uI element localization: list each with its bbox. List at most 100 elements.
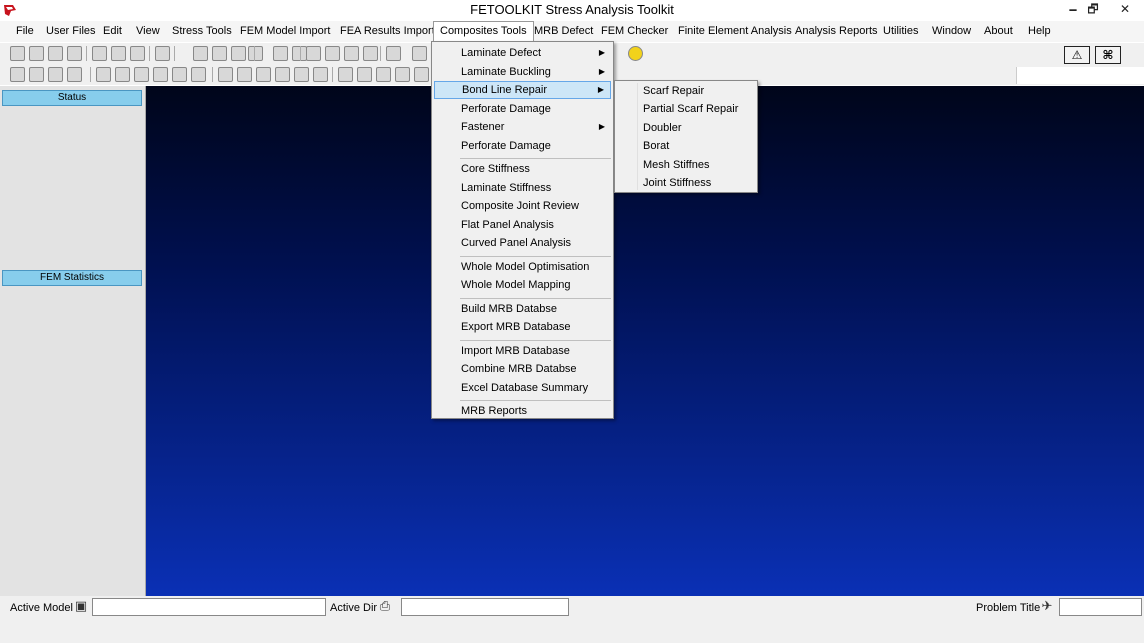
menu-item-label: Whole Model Mapping bbox=[461, 279, 571, 291]
problem-title-field[interactable] bbox=[1059, 598, 1142, 616]
menu-utilities[interactable]: Utilities bbox=[877, 21, 924, 42]
mesh-icon[interactable] bbox=[48, 67, 63, 82]
menu-item-curved-panel-analysis[interactable]: Curved Panel Analysis bbox=[434, 234, 611, 252]
disk-icon[interactable] bbox=[414, 67, 429, 82]
menu-item-label: Whole Model Optimisation bbox=[461, 260, 590, 273]
paste-icon[interactable] bbox=[130, 46, 145, 61]
menu-item-excel-database-summary[interactable]: Excel Database Summary bbox=[434, 379, 611, 397]
menu-item-core-stiffness[interactable]: Core Stiffness bbox=[434, 160, 611, 178]
sun-gear-icon[interactable] bbox=[256, 67, 271, 82]
binoculars-button[interactable]: ⌘ bbox=[1095, 46, 1121, 64]
book-icon[interactable] bbox=[412, 46, 427, 61]
coin-icon[interactable] bbox=[134, 67, 149, 82]
restore-icon[interactable]: 🗗 bbox=[1080, 0, 1106, 20]
menu-edit[interactable]: Edit bbox=[97, 21, 128, 42]
green-square-icon[interactable] bbox=[10, 67, 25, 82]
menu-item-fastener[interactable]: Fastener ▶ bbox=[434, 118, 611, 136]
menu-fem-model-import[interactable]: FEM Model Import bbox=[234, 21, 336, 42]
image-icon[interactable] bbox=[193, 46, 208, 61]
submenu-item-borat[interactable]: Borat bbox=[617, 137, 755, 155]
menu-item-export-mrb-database[interactable]: Export MRB Database bbox=[434, 318, 611, 336]
menu-user-files[interactable]: User Files bbox=[40, 21, 102, 42]
submenu-item-mesh-stiffnes[interactable]: Mesh Stiffnes bbox=[617, 156, 755, 174]
printer-tool-icon[interactable] bbox=[294, 67, 309, 82]
open-folder-icon[interactable] bbox=[29, 46, 44, 61]
copy-icon[interactable] bbox=[111, 46, 126, 61]
floppy-disk-icon[interactable]: ▣ bbox=[74, 599, 88, 613]
save-icon[interactable] bbox=[48, 46, 63, 61]
menu-file[interactable]: File bbox=[10, 21, 40, 42]
menu-item-perforate-damage[interactable]: Perforate Damage bbox=[434, 100, 611, 118]
fem-statistics-panel-header[interactable]: FEM Statistics bbox=[2, 270, 142, 286]
toolbar-combo-field[interactable] bbox=[1016, 67, 1144, 84]
arrow-down-icon[interactable] bbox=[363, 46, 378, 61]
cluster-icon[interactable] bbox=[191, 67, 206, 82]
sheet-icon[interactable] bbox=[338, 67, 353, 82]
menu-window[interactable]: Window bbox=[926, 21, 977, 42]
submenu-arrow-icon: ▶ bbox=[598, 122, 605, 131]
toolbar-separator bbox=[380, 46, 381, 61]
menu-item-flat-panel-analysis[interactable]: Flat Panel Analysis bbox=[434, 216, 611, 234]
close-icon[interactable]: ✕ bbox=[1106, 0, 1144, 20]
menu-item-combine-mrb-databse[interactable]: Combine MRB Databse bbox=[434, 360, 611, 378]
menu-fem-checker[interactable]: FEM Checker bbox=[595, 21, 674, 42]
submenu-item-partial-scarf-repair[interactable]: Partial Scarf Repair bbox=[617, 100, 755, 118]
db-icon[interactable] bbox=[357, 67, 372, 82]
menu-finite-element-analysis[interactable]: Finite Element Analysis bbox=[672, 21, 798, 42]
menu-fea-results-import[interactable]: FEA Results Import bbox=[334, 21, 441, 42]
submenu-item-doubler[interactable]: Doubler bbox=[617, 119, 755, 137]
node-icon[interactable] bbox=[218, 67, 233, 82]
arrow-right-icon[interactable] bbox=[325, 46, 340, 61]
printer-icon[interactable]: ⎙ bbox=[378, 599, 392, 613]
link-icon[interactable] bbox=[231, 46, 246, 61]
cut-icon[interactable] bbox=[92, 46, 107, 61]
ring-icon[interactable] bbox=[172, 67, 187, 82]
arrow-left-icon[interactable] bbox=[306, 46, 321, 61]
menu-item-perforate-damage[interactable]: Perforate Damage bbox=[434, 137, 611, 155]
menu-item-whole-model-optimisation[interactable]: Whole Model Optimisation bbox=[434, 258, 611, 276]
arrow-up-icon[interactable] bbox=[344, 46, 359, 61]
gear-node-icon[interactable] bbox=[248, 46, 263, 61]
menu-analysis-reports[interactable]: Analysis Reports bbox=[789, 21, 884, 42]
menu-help[interactable]: Help bbox=[1022, 21, 1057, 42]
cube-icon[interactable] bbox=[313, 67, 328, 82]
lock-icon[interactable] bbox=[275, 67, 290, 82]
menu-item-bond-line-repair[interactable]: Bond Line Repair ▶ bbox=[434, 81, 611, 99]
menu-item-composite-joint-review[interactable]: Composite Joint Review bbox=[434, 197, 611, 215]
menu-item-laminate-buckling[interactable]: Laminate Buckling ▶ bbox=[434, 63, 611, 81]
tools-icon[interactable] bbox=[386, 46, 401, 61]
menu-item-whole-model-mapping[interactable]: Whole Model Mapping bbox=[434, 276, 611, 294]
active-model-field[interactable] bbox=[92, 598, 326, 616]
bars-icon[interactable] bbox=[67, 67, 82, 82]
submenu-item-scarf-repair[interactable]: Scarf Repair bbox=[617, 82, 755, 100]
menu-item-laminate-stiffness[interactable]: Laminate Stiffness bbox=[434, 179, 611, 197]
status-panel-header[interactable]: Status bbox=[2, 90, 142, 106]
envelope-icon[interactable] bbox=[115, 67, 130, 82]
warning-tool-button[interactable]: ⚠ bbox=[1064, 46, 1090, 64]
branch-icon[interactable] bbox=[237, 67, 252, 82]
menu-item-build-mrb-databse[interactable]: Build MRB Databse bbox=[434, 300, 611, 318]
menu-stress-tools[interactable]: Stress Tools bbox=[166, 21, 238, 42]
zoom-icon[interactable] bbox=[212, 46, 227, 61]
page-icon[interactable] bbox=[376, 67, 391, 82]
menu-about[interactable]: About bbox=[978, 21, 1019, 42]
folder-open-icon[interactable] bbox=[395, 67, 410, 82]
print-icon[interactable] bbox=[67, 46, 82, 61]
target-icon[interactable] bbox=[273, 46, 288, 61]
airplane-icon[interactable]: ✈ bbox=[1040, 599, 1054, 613]
menu-item-mrb-reports[interactable]: MRB Reports bbox=[434, 402, 611, 420]
menu-item-import-mrb-database[interactable]: Import MRB Database bbox=[434, 342, 611, 360]
settings-gear-icon[interactable] bbox=[628, 46, 643, 61]
new-file-icon[interactable] bbox=[10, 46, 25, 61]
submenu-item-joint-stiffness[interactable]: Joint Stiffness bbox=[617, 174, 755, 192]
chart-icon[interactable] bbox=[96, 67, 111, 82]
menu-mrb-defect[interactable]: MRB Defect bbox=[528, 21, 599, 42]
letter-a-icon[interactable] bbox=[153, 67, 168, 82]
menu-item-label: Laminate Stiffness bbox=[461, 181, 552, 194]
tree-icon[interactable] bbox=[29, 67, 44, 82]
active-dir-field[interactable] bbox=[401, 598, 569, 616]
menu-composites-tools[interactable]: Composites Tools bbox=[433, 21, 534, 42]
menu-item-laminate-defect[interactable]: Laminate Defect ▶ bbox=[434, 44, 611, 62]
hand-icon[interactable] bbox=[155, 46, 170, 61]
menu-view[interactable]: View bbox=[130, 21, 166, 42]
